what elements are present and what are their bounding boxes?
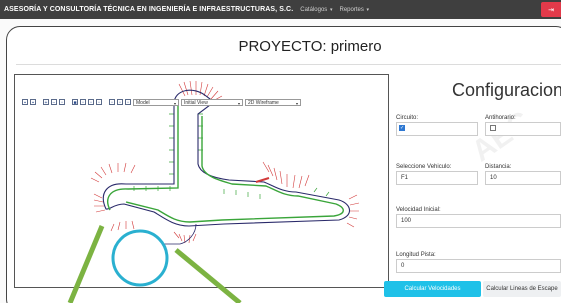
visual-style-select-value: 2D Wireframe	[248, 99, 279, 106]
zoom-in-icon[interactable]: +	[43, 99, 49, 106]
chevron-down-icon: ▾	[329, 6, 333, 13]
zoom-window-icon[interactable]: ▫	[59, 99, 65, 106]
zoom-out-icon[interactable]: −	[51, 99, 57, 106]
model-select[interactable]: Model ▾	[133, 98, 179, 106]
rotate-icon[interactable]: ▫	[88, 99, 94, 106]
distancia-label: Distancia:	[485, 164, 512, 170]
pan-icon[interactable]: ▫	[80, 99, 86, 106]
brand-title[interactable]: ASESORÍA Y CONSULTORÍA TÉCNICA EN INGENI…	[4, 6, 293, 13]
menu-catalogos-label: Catálogos	[300, 6, 328, 13]
visual-style-select[interactable]: 2D Wireframe ▾	[245, 98, 301, 106]
save-icon[interactable]: ▪	[22, 99, 28, 106]
model-select-value: Model	[136, 99, 150, 106]
title-divider	[16, 64, 561, 65]
longitud-input[interactable]: 0	[396, 259, 561, 273]
chevron-down-icon: ▾	[173, 100, 176, 106]
circuito-label: Circuito:	[396, 115, 419, 121]
distancia-input[interactable]: 10	[485, 171, 561, 185]
view-select[interactable]: Initial View ▾	[181, 98, 243, 106]
calcular-velocidades-button[interactable]: Calcular Velocidades	[384, 281, 481, 297]
circuito-field	[396, 122, 478, 136]
sign-out-icon: ⇥	[548, 6, 554, 14]
zoom-extents-icon[interactable]: ■	[72, 99, 78, 106]
vehiculo-select[interactable]: F1	[396, 171, 478, 185]
antihorario-label: Antihorario:	[485, 115, 516, 121]
antihorario-checkbox[interactable]	[490, 125, 496, 131]
layers-icon[interactable]: ▫	[109, 99, 115, 106]
menu-reportes[interactable]: Reportes ▾	[339, 7, 369, 13]
logout-button[interactable]: ⇥	[541, 2, 561, 17]
longitud-label: Longitud Pista:	[396, 252, 436, 258]
chevron-down-icon: ▾	[237, 100, 240, 106]
viewer-toolbar: ▪ ▪ + − ▫ ■ ▫ ▫ ▫ ▫ ▫ ▫ Model ▾ Initial V…	[22, 98, 301, 106]
menu-reportes-label: Reportes	[339, 6, 364, 13]
velocidad-label: Velocidad Inicial:	[396, 207, 441, 213]
app-window: ASESORÍA Y CONSULTORÍA TÉCNICA EN INGENI…	[0, 0, 561, 303]
track-path	[102, 89, 351, 245]
navbar: ASESORÍA Y CONSULTORÍA TÉCNICA EN INGENI…	[0, 0, 561, 19]
menu-catalogos[interactable]: Catálogos ▾	[300, 7, 332, 13]
chevron-down-icon: ▾	[366, 6, 370, 13]
chevron-down-icon: ▾	[295, 100, 298, 106]
circuito-checkbox[interactable]: ✓	[399, 125, 405, 131]
view-select-value: Initial View	[184, 99, 208, 106]
print-icon[interactable]: ▪	[30, 99, 36, 106]
config-title: Configuracion	[452, 80, 561, 100]
measure-icon[interactable]: ▫	[96, 99, 102, 106]
calcular-lineas-escape-button[interactable]: Calcular Lineas de Escape	[483, 281, 561, 297]
page-title: PROYECTO: primero	[238, 38, 382, 55]
antihorario-field	[485, 122, 561, 136]
properties-icon[interactable]: ▫	[117, 99, 123, 106]
velocidad-input[interactable]: 100	[396, 214, 561, 228]
vehiculo-label: Seleccione Vehiculo:	[396, 164, 452, 170]
settings-icon[interactable]: ▫	[125, 99, 131, 106]
track-hatch-green	[133, 113, 330, 199]
check-icon: ✓	[400, 125, 405, 131]
